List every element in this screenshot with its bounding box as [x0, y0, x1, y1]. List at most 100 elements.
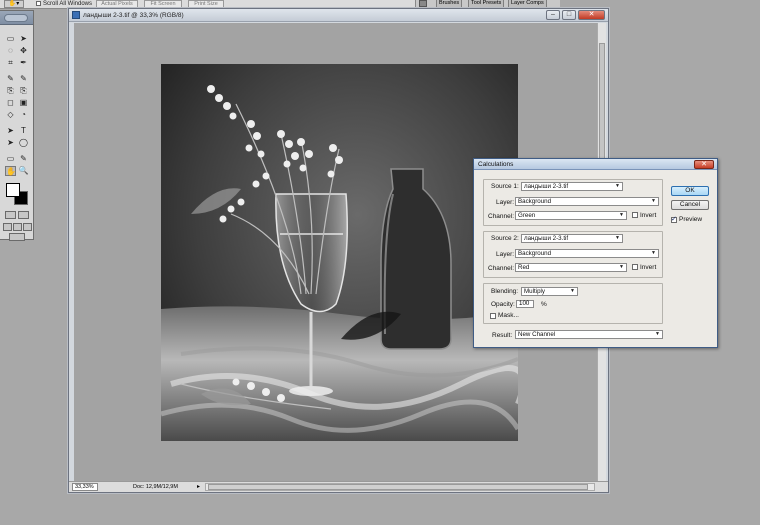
preview-label: Preview — [679, 216, 703, 223]
blending-label: Blending: — [491, 288, 519, 295]
dodge-tool-icon[interactable]: ◔ — [18, 110, 29, 120]
source1-channel-value: Green — [518, 212, 536, 219]
color-swatches — [6, 183, 28, 205]
tools-palette: ▭ ➤ ◌ ✥ ⌗ ✒ ✎ ✎ ⎘ ⎘ ◻ ▣ ◇ ◔ ➤ T ➤ ◯ ▭ ✎ … — [0, 10, 34, 241]
brush-tool-icon[interactable]: ✎ — [18, 74, 29, 84]
tools-palette-header[interactable] — [0, 11, 33, 25]
blending-group: Blending: Multiply ▼ Opacity: 100 % Mask.… — [483, 283, 663, 324]
source2-label: Source 2: — [491, 235, 519, 242]
scroll-all-windows-checkbox[interactable]: Scroll All Windows — [36, 0, 92, 8]
status-bar: 33,33% Doc: 12,9M/12,9M ▸ — [69, 481, 608, 492]
clone-stamp-tool-icon[interactable]: ⎘ — [5, 86, 16, 96]
result-label: Result: — [492, 332, 513, 339]
minimize-button[interactable]: – — [546, 10, 560, 20]
chevron-down-icon: ▼ — [651, 198, 656, 204]
feather-logo-icon[interactable] — [4, 14, 28, 22]
chevron-down-icon: ▼ — [615, 183, 620, 189]
blur-tool-icon[interactable]: ◇ — [5, 110, 16, 120]
source2-file-value: ландыши 2-3.tif — [524, 235, 569, 242]
blending-mode-select[interactable]: Multiply ▼ — [521, 287, 578, 296]
source2-channel-label: Channel: — [488, 265, 515, 272]
source1-layer-select[interactable]: Background ▼ — [515, 197, 659, 206]
jump-to-imageready-button[interactable] — [9, 233, 25, 241]
zoom-tool-icon[interactable]: 🔍 — [18, 166, 29, 176]
marquee-tool-icon[interactable]: ▭ — [5, 34, 16, 44]
close-window-button[interactable]: ✕ — [578, 10, 605, 20]
chevron-down-icon: ▼ — [570, 288, 575, 294]
preview-checkbox[interactable] — [671, 215, 677, 223]
result-select[interactable]: New Channel ▼ — [515, 330, 663, 339]
ok-button[interactable]: OK — [671, 186, 709, 196]
source1-invert-label: Invert — [640, 212, 657, 219]
chevron-down-icon: ▼ — [651, 250, 656, 256]
scroll-all-windows-box[interactable] — [36, 0, 41, 6]
print-size-button[interactable]: Print Size — [188, 0, 224, 8]
source2-group: Source 2: ландыши 2-3.tif ▼ Layer: Backgr… — [483, 231, 663, 278]
hand-tool-preset-icon[interactable]: ✋▾ — [4, 0, 24, 8]
move-tool-icon[interactable]: ➤ — [18, 34, 29, 44]
result-value: New Channel — [518, 331, 556, 338]
pen-tool-icon[interactable]: ➤ — [5, 138, 16, 148]
source2-channel-select[interactable]: Red ▼ — [515, 263, 627, 272]
source2-invert-checkbox[interactable] — [632, 264, 638, 270]
eyedropper-tool-icon[interactable]: ✎ — [18, 154, 29, 164]
shape-tool-icon[interactable]: ◯ — [18, 138, 29, 148]
chevron-down-icon: ▼ — [619, 212, 624, 218]
quick-mask-mode-button[interactable] — [18, 211, 29, 219]
path-selection-tool-icon[interactable]: ➤ — [5, 126, 16, 136]
opacity-label: Opacity: — [491, 301, 515, 308]
actual-pixels-button[interactable]: Actual Pixels — [96, 0, 138, 8]
screen-mode-full-menu-button[interactable] — [13, 223, 22, 231]
crop-tool-icon[interactable]: ⌗ — [5, 58, 16, 68]
calculations-dialog: Calculations ✕ Source 1: ландыши 2-3.tif… — [473, 158, 718, 348]
cancel-button[interactable]: Cancel — [671, 200, 709, 210]
chevron-down-icon: ▼ — [619, 264, 624, 270]
screen-mode-full-button[interactable] — [23, 223, 32, 231]
tab-brushes[interactable]: Brushes — [436, 0, 463, 8]
tab-tool-presets[interactable]: Tool Presets — [468, 0, 505, 8]
photoshop-document-icon — [72, 11, 80, 19]
source1-file-value: ландыши 2-3.tif — [524, 183, 569, 190]
maximize-button[interactable]: □ — [562, 10, 576, 20]
screen-mode-standard-button[interactable] — [3, 223, 12, 231]
tab-layer-comps[interactable]: Layer Comps — [508, 0, 547, 8]
zoom-level-field[interactable]: 33,33% — [72, 483, 98, 491]
opacity-input[interactable]: 100 — [516, 300, 534, 308]
mask-checkbox[interactable] — [490, 313, 496, 319]
dialog-close-button[interactable]: ✕ — [694, 160, 714, 169]
type-tool-icon[interactable]: T — [18, 126, 29, 136]
source2-layer-select[interactable]: Background ▼ — [515, 249, 659, 258]
gradient-tool-icon[interactable]: ▣ — [18, 98, 29, 108]
dialog-title: Calculations — [478, 161, 514, 168]
source1-label: Source 1: — [491, 183, 519, 190]
lasso-tool-icon[interactable]: ◌ — [5, 46, 16, 56]
magic-wand-tool-icon[interactable]: ✥ — [18, 46, 29, 56]
horizontal-scroll-thumb[interactable] — [208, 484, 588, 490]
standard-mode-button[interactable] — [5, 211, 16, 219]
healing-brush-tool-icon[interactable]: ✎ — [5, 74, 16, 84]
source2-file-select[interactable]: ландыши 2-3.tif ▼ — [521, 234, 623, 243]
foreground-color-swatch[interactable] — [6, 183, 20, 197]
mask-label: Mask... — [498, 312, 519, 319]
slice-tool-icon[interactable]: ✒ — [18, 58, 29, 68]
source2-invert-label: Invert — [640, 264, 657, 271]
status-menu-arrow-icon[interactable]: ▸ — [197, 483, 200, 491]
panel-well-icon[interactable] — [419, 0, 427, 7]
opacity-percent-label: % — [541, 301, 547, 308]
source1-file-select[interactable]: ландыши 2-3.tif ▼ — [521, 182, 623, 191]
hand-tool-icon[interactable]: ✋ — [5, 166, 16, 176]
lily-of-the-valley-photo — [161, 64, 518, 441]
source1-layer-label: Layer: — [496, 199, 515, 206]
history-brush-tool-icon[interactable]: ⎘ — [18, 86, 29, 96]
source1-invert-checkbox[interactable] — [632, 212, 638, 218]
source1-channel-select[interactable]: Green ▼ — [515, 211, 627, 220]
fit-screen-button[interactable]: Fit Screen — [144, 0, 182, 8]
horizontal-scrollbar[interactable] — [205, 483, 595, 491]
eraser-tool-icon[interactable]: ◻ — [5, 98, 16, 108]
document-title-bar[interactable]: ландыши 2-3.tif @ 33,3% (RGB/8) – □ ✕ — [69, 9, 608, 22]
notes-tool-icon[interactable]: ▭ — [5, 154, 16, 164]
blending-mode-value: Multiply — [524, 288, 545, 295]
source1-layer-value: Background — [518, 198, 552, 205]
document-title: ландыши 2-3.tif @ 33,3% (RGB/8) — [83, 12, 184, 19]
dialog-title-bar[interactable]: Calculations ✕ — [474, 159, 717, 170]
